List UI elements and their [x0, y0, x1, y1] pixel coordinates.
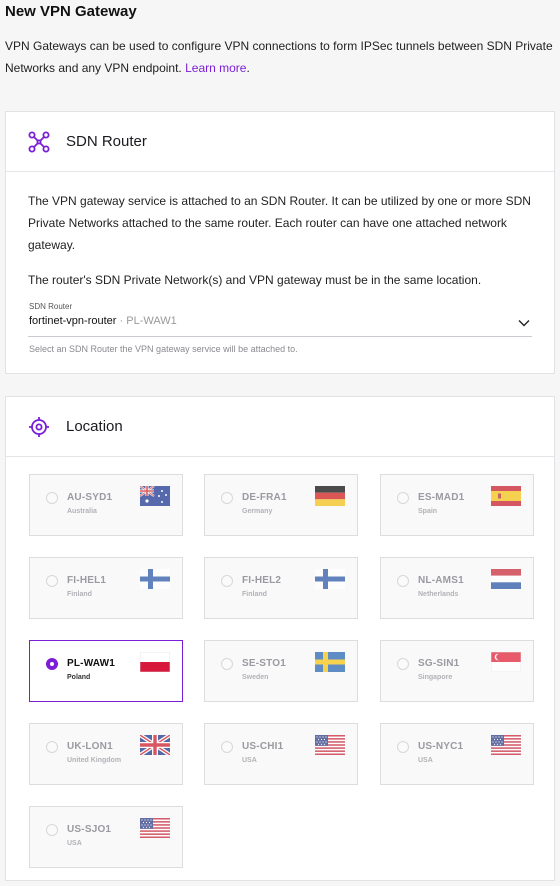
fi-flag-icon	[140, 569, 170, 589]
location-radio[interactable]	[221, 575, 233, 587]
pl-flag-icon	[139, 651, 171, 673]
location-tile-pl-waw1[interactable]: PL-WAW1 Poland	[29, 640, 183, 702]
location-radio[interactable]	[221, 741, 233, 753]
sdn-router-location-note: The router's SDN Private Network(s) and …	[28, 273, 482, 287]
sdn-router-helper-text: Select an SDN Router the VPN gateway ser…	[29, 344, 298, 354]
location-radio[interactable]	[46, 741, 58, 753]
location-radio[interactable]	[397, 741, 409, 753]
location-tile-au-syd1[interactable]: AU-SYD1 Australia	[29, 474, 183, 536]
selected-router-separator: · PL-WAW1	[119, 315, 177, 327]
location-radio[interactable]	[397, 575, 409, 587]
location-country: USA	[67, 840, 82, 847]
fi-flag-icon	[315, 569, 345, 589]
sdn-router-select-value: fortinet-vpn-router · PL-WAW1	[29, 315, 177, 327]
sdn-router-title: SDN Router	[66, 133, 147, 150]
location-country: Germany	[242, 508, 273, 515]
se-flag-icon	[315, 652, 345, 672]
location-code: US-SJO1	[67, 824, 112, 835]
location-tile-us-nyc1[interactable]: US-NYC1 USA	[380, 723, 534, 785]
location-country: Australia	[67, 508, 97, 515]
network-nodes-icon	[28, 131, 50, 153]
sdn-router-card: SDN Router The VPN gateway service is at…	[5, 111, 555, 374]
location-code: FI-HEL2	[242, 575, 282, 586]
es-flag-icon	[491, 486, 521, 506]
location-tile-fi-hel2[interactable]: FI-HEL2 Finland	[204, 557, 358, 619]
location-code: SG-SIN1	[418, 658, 460, 669]
location-tile-uk-lon1[interactable]: UK-LON1 United Kingdom	[29, 723, 183, 785]
location-card: Location AU-SYD1 Australia DE-FRA1 Germany E…	[5, 396, 555, 881]
learn-more-link[interactable]: Learn more	[185, 61, 246, 75]
location-radio[interactable]	[221, 492, 233, 504]
page-title: New VPN Gateway	[5, 3, 137, 20]
sdn-router-description: The VPN gateway service is attached to a…	[28, 194, 531, 252]
location-code: AU-SYD1	[67, 492, 113, 503]
location-tile-us-sjo1[interactable]: US-SJO1 USA	[29, 806, 183, 868]
location-radio[interactable]	[397, 492, 409, 504]
au-flag-icon	[139, 485, 170, 506]
chevron-down-icon[interactable]	[518, 314, 530, 327]
location-code: PL-WAW1	[67, 658, 116, 669]
location-header: Location	[6, 397, 554, 457]
location-radio[interactable]	[221, 658, 233, 670]
selected-router-name: fortinet-vpn-router	[29, 315, 117, 327]
location-radio[interactable]	[46, 824, 58, 836]
location-country: Singapore	[418, 674, 453, 681]
location-tile-sg-sin1[interactable]: SG-SIN1 Singapore	[380, 640, 534, 702]
location-radio[interactable]	[46, 658, 58, 670]
location-code: FI-HEL1	[67, 575, 107, 586]
location-tile-fi-hel1[interactable]: FI-HEL1 Finland	[29, 557, 183, 619]
location-code: US-CHI1	[242, 741, 284, 752]
sg-flag-icon	[490, 651, 522, 673]
de-flag-icon	[315, 486, 345, 506]
us-flag-icon	[491, 735, 521, 755]
uk-flag-icon	[138, 733, 172, 757]
location-code: UK-LON1	[67, 741, 113, 752]
location-code: US-NYC1	[418, 741, 464, 752]
location-country: Spain	[418, 508, 438, 515]
location-radio[interactable]	[46, 575, 58, 587]
nl-flag-icon	[491, 569, 521, 589]
location-radio[interactable]	[46, 492, 58, 504]
location-country: United Kingdom	[67, 757, 122, 764]
location-code: SE-STO1	[242, 658, 287, 669]
sdn-router-header: SDN Router	[6, 112, 554, 172]
sdn-router-select[interactable]: SDN Router fortinet-vpn-router · PL-WAW1	[28, 301, 532, 337]
location-tile-de-fra1[interactable]: DE-FRA1 Germany	[204, 474, 358, 536]
us-flag-icon	[140, 818, 170, 838]
location-country: USA	[242, 757, 257, 764]
location-country: Poland	[67, 674, 91, 681]
location-country: USA	[418, 757, 433, 764]
location-country: Netherlands	[418, 591, 459, 598]
location-tile-es-mad1[interactable]: ES-MAD1 Spain	[380, 474, 534, 536]
location-country: Finland	[67, 591, 92, 598]
location-tile-us-chi1[interactable]: US-CHI1 USA	[204, 723, 358, 785]
location-title: Location	[66, 418, 123, 435]
intro-description: VPN Gateways can be used to configure VP…	[5, 39, 553, 75]
location-code: NL-AMS1	[418, 575, 464, 586]
location-country: Sweden	[242, 674, 269, 681]
sdn-router-select-label: SDN Router	[29, 302, 73, 311]
intro-text: VPN Gateways can be used to configure VP…	[5, 39, 553, 75]
location-country: Finland	[242, 591, 267, 598]
location-code: DE-FRA1	[242, 492, 287, 503]
location-tile-nl-ams1[interactable]: NL-AMS1 Netherlands	[380, 557, 534, 619]
location-target-icon	[28, 416, 50, 438]
location-radio[interactable]	[397, 658, 409, 670]
location-code: ES-MAD1	[418, 492, 465, 503]
us-flag-icon	[315, 735, 345, 755]
location-tile-se-sto1[interactable]: SE-STO1 Sweden	[204, 640, 358, 702]
